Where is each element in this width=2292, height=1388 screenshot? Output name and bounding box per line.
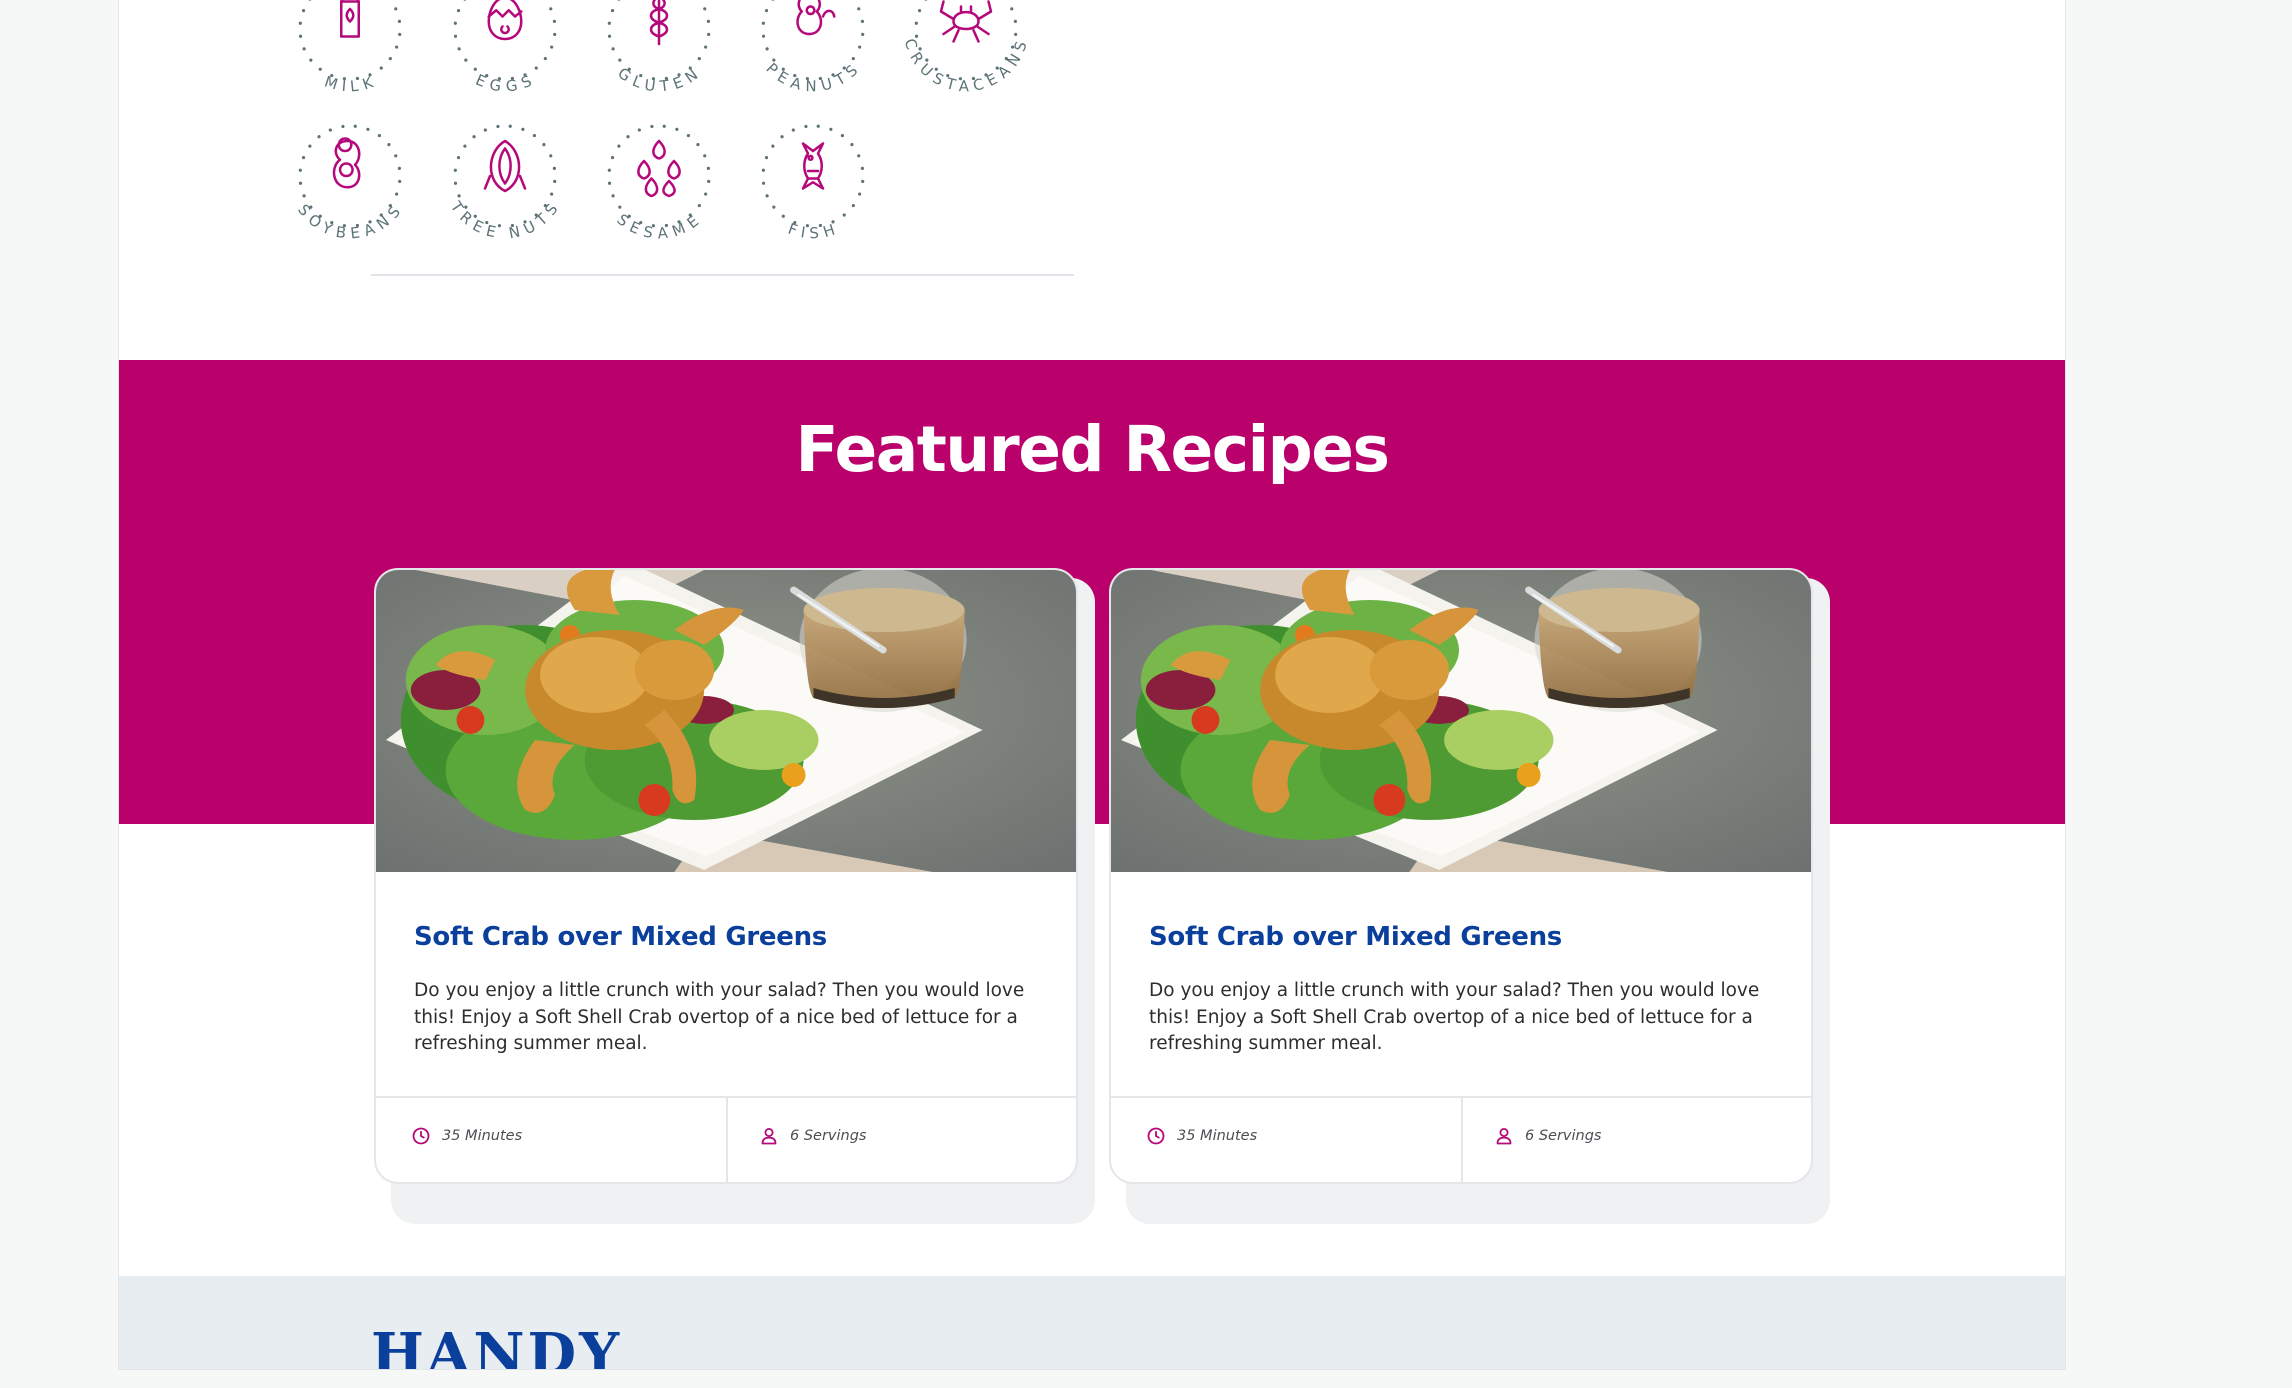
recipe-servings-text: 6 Servings [790,1128,867,1144]
recipe-title[interactable]: Soft Crab over Mixed Greens [1149,922,1562,952]
allergen-badge-graphic: PEANUTS [761,0,865,95]
person-icon [761,1128,777,1145]
allergen-badge-soybeans: SOYBEANS [291,117,409,242]
recipe-time: 35 Minutes [412,1098,522,1174]
meta-divider [1461,1098,1463,1182]
allergen-label: GLUTEN [614,64,703,96]
allergen-badge-graphic: SESAME [607,124,711,243]
featured-recipes-heading: Featured Recipes [795,413,1390,486]
milk-carton-icon [340,0,360,38]
recipe-meta-bar: 35 Minutes 6 Servings [1111,1096,1811,1182]
allergen-label: TREE NUTS [446,197,563,242]
allergen-badge-graphic: GLUTEN [607,0,711,96]
soft-crab-salad-photo [1111,570,1811,872]
recipe-meta-bar: 35 Minutes 6 Servings [376,1096,1076,1182]
site-footer: HANDY [119,1276,2065,1369]
page: MILK EGGS GLUTEN PEANUTS CRUSTACEANS SOYBEANS… [118,0,2066,1370]
crab-icon [939,0,993,43]
allergen-badge-milk: MILK [291,0,409,95]
allergen-label: SOYBEANS [294,201,406,243]
person-icon [1496,1128,1512,1145]
allergen-badge-crustaceans: CRUSTACEANS [901,0,1028,95]
recipe-card[interactable]: Soft Crab over Mixed Greens Do you enjoy… [1109,568,1813,1184]
dotted-ring [298,0,402,81]
sesame-seeds-icon [637,139,681,198]
almond-icon [483,139,527,193]
recipe-time-text: 35 Minutes [442,1128,523,1144]
recipe-title[interactable]: Soft Crab over Mixed Greens [414,922,827,952]
allergen-label: SESAME [614,210,705,242]
recipe-image[interactable] [1111,570,1811,872]
recipe-time-text: 35 Minutes [1177,1128,1258,1144]
soybean-icon [332,137,361,189]
peanut-icon [796,0,836,36]
wheat-icon [649,0,669,46]
recipe-description: Do you enjoy a little crunch with your s… [1149,980,1760,1054]
allergen-badge-peanuts: PEANUTS [754,0,872,95]
egg-icon [487,0,523,41]
allergen-badge-graphic: SOYBEANS [294,124,403,242]
recipe-servings: 6 Servings [760,1098,866,1174]
allergen-label: MILK [322,72,378,95]
allergen-badge-eggs: EGGS [446,0,564,96]
allergen-section: MILK EGGS GLUTEN PEANUTS CRUSTACEANS SOYBEANS… [119,0,2065,360]
meta-divider [726,1098,728,1182]
allergen-badge-sesame: SESAME [600,117,718,243]
allergen-badge-graphic: MILK [298,0,402,95]
clock-icon [1147,1127,1165,1145]
recipe-time: 35 Minutes [1147,1098,1257,1174]
recipe-card[interactable]: Soft Crab over Mixed Greens Do you enjoy… [374,568,1078,1184]
dotted-ring [761,124,865,228]
allergen-divider [371,274,1074,276]
allergen-label: FISH [786,220,840,243]
clock-icon [412,1127,430,1145]
allergen-badge-gluten: GLUTEN [600,0,718,96]
recipe-servings: 6 Servings [1495,1098,1601,1174]
allergen-badge-graphic: CRUSTACEANS [901,0,1028,95]
allergen-badge-graphic: TREE NUTS [446,124,560,242]
fish-icon [801,142,825,190]
allergen-label: PEANUTS [762,59,863,95]
allergen-badge-fish: FISH [754,117,872,242]
allergen-label: CRUSTACEANS [901,36,1032,95]
recipe-description: Do you enjoy a little crunch with your s… [414,980,1025,1054]
allergen-badge-graphic: EGGS [453,0,557,96]
allergen-label: EGGS [473,71,537,96]
footer-logo[interactable]: HANDY [371,1326,622,1369]
dotted-ring [607,124,711,228]
recipe-servings-text: 6 Servings [1525,1128,1602,1144]
recipe-image[interactable] [376,570,1076,872]
soft-crab-salad-photo [376,570,1076,872]
allergen-badge-tree-nuts: TREE NUTS [446,117,564,242]
allergen-badge-graphic: FISH [761,124,865,242]
